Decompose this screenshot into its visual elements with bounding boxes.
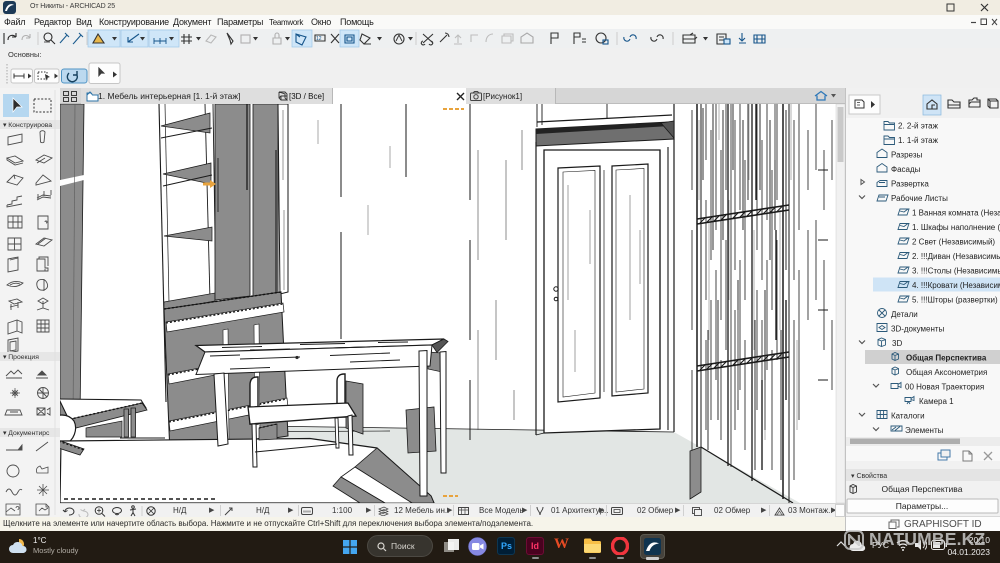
svg-text:Общая Перспектива: Общая Перспектива [882,484,963,494]
svg-text:Камера 1: Камера 1 [919,397,954,406]
svg-text:2 Свет (Независимый): 2 Свет (Независимый) [912,238,995,247]
svg-text:00 Новая Траектория: 00 Новая Траектория [905,383,984,392]
svg-text:1 Ванная комната (Независимы: 1 Ванная комната (Независимы [912,209,1000,218]
svg-text:▾ Проекция: ▾ Проекция [3,354,39,361]
svg-text:Параметры...: Параметры... [896,501,948,511]
svg-text:Фасады: Фасады [891,165,921,174]
svg-text:Детали: Детали [891,310,918,319]
svg-text:Общая Перспектива: Общая Перспектива [906,354,987,363]
svg-text:Развертка: Развертка [891,180,929,189]
svg-text:12: 12 [316,36,322,42]
svg-text:3D-документы: 3D-документы [891,325,945,334]
svg-text:▾ Документирс: ▾ Документирс [3,430,50,437]
svg-text:Каталоги: Каталоги [891,412,925,421]
svg-text:3. !!!Столы (Независимый): 3. !!!Столы (Независимый) [912,267,1000,276]
svg-text:Общая Аксонометрия: Общая Аксонометрия [906,368,987,377]
svg-text:▾ Конструирова: ▾ Конструирова [3,122,52,129]
svg-text:Элементы: Элементы [905,426,944,435]
svg-text:▾ Свойства: ▾ Свойства [851,472,887,480]
svg-text:1. 1-й этаж: 1. 1-й этаж [898,136,939,145]
svg-text:5. !!!Шторы (развертки) (Незав: 5. !!!Шторы (развертки) (Незав [912,296,1000,305]
svg-text:3D: 3D [892,339,902,348]
svg-text:1. Шкафы наполнение (разверт: 1. Шкафы наполнение (разверт [912,223,1000,232]
svg-text:2. 2-й этаж: 2. 2-й этаж [898,122,939,131]
svg-text:2. !!!Диван (Независимый): 2. !!!Диван (Независимый) [912,252,1000,261]
svg-text:Разрезы: Разрезы [891,151,922,160]
svg-text:Рабочие Листы: Рабочие Листы [891,194,948,203]
svg-text:4. !!!Кровати (Независимый): 4. !!!Кровати (Независимый) [912,281,1000,290]
